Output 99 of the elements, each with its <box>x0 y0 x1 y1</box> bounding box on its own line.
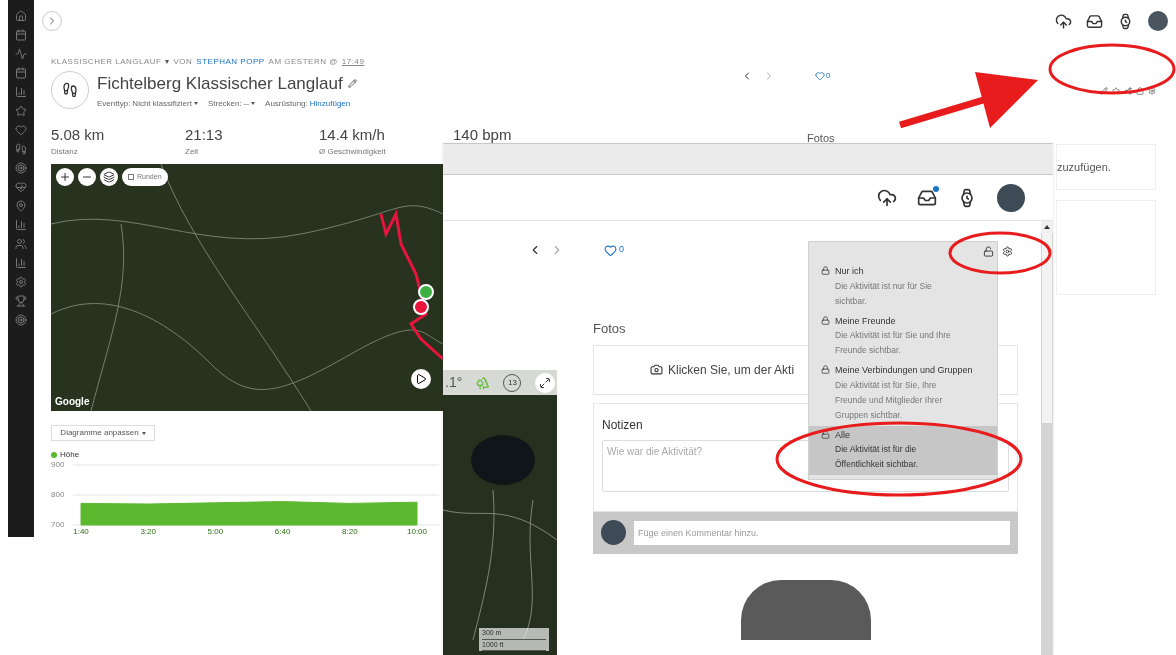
unlock-icon[interactable] <box>1136 86 1144 95</box>
caret-icon <box>141 431 146 435</box>
sidebar-icon[interactable] <box>15 48 27 60</box>
stat-value: 21:13 <box>185 124 224 145</box>
photo-upload-text: Klicken Sie, um der Akti <box>668 361 795 379</box>
sidebar-icon[interactable] <box>15 238 27 250</box>
temperature-label: .1° <box>445 373 463 392</box>
avatar <box>601 520 626 545</box>
time-label: 17:49 <box>341 56 365 68</box>
sidebar-icon[interactable] <box>15 200 27 212</box>
sidebar-icon[interactable] <box>15 257 27 269</box>
sidebar-icon[interactable] <box>15 295 27 307</box>
sidebar-icon[interactable] <box>15 314 27 326</box>
activity-type-dropdown[interactable]: KLASSISCHER LANGLAUF <box>51 56 162 68</box>
option-title: Meine Freunde <box>835 314 897 328</box>
inbox-icon[interactable] <box>1086 12 1103 30</box>
sidebar-icon[interactable] <box>15 67 27 79</box>
settings-icon[interactable] <box>1148 86 1156 95</box>
stat-value: 14.4 km/h <box>319 124 386 145</box>
map-logo: Google <box>55 395 90 409</box>
scrollbar[interactable] <box>1041 221 1053 655</box>
upload-icon[interactable] <box>877 187 897 208</box>
sidebar-icon[interactable] <box>15 105 27 117</box>
play-button[interactable] <box>411 369 431 389</box>
stat-value: 140 bpm <box>453 124 513 145</box>
legend-label: Höhe <box>60 449 80 461</box>
zoom-in-button[interactable] <box>56 168 74 186</box>
end-marker-icon <box>413 299 429 315</box>
chart-settings-dropdown[interactable]: Diagramme anpassen <box>51 425 155 441</box>
caret-icon <box>165 60 170 64</box>
upload-icon[interactable] <box>1055 12 1072 30</box>
stat-label: Zeit <box>185 146 200 158</box>
like-icon[interactable] <box>815 71 825 81</box>
fullscreen-button[interactable] <box>534 372 555 393</box>
settings-icon[interactable] <box>1002 246 1013 257</box>
author-link[interactable]: STEPHAN POPP <box>196 56 265 68</box>
photos-heading: Fotos <box>593 320 626 338</box>
visibility-option[interactable]: Alle Die Aktivität ist für die Öffentlichkeit sichtbar. <box>809 425 997 475</box>
sidebar-icon[interactable] <box>15 143 27 155</box>
caret-icon <box>193 102 198 105</box>
unlock-icon[interactable] <box>983 246 994 257</box>
date-label: AM GESTERN @ <box>268 56 338 68</box>
visibility-option[interactable]: Nur ich Die Aktivität ist nur für Sie sichtbar. <box>809 262 997 312</box>
avatar[interactable] <box>997 183 1025 212</box>
by-label: VON <box>173 56 193 68</box>
notes-heading: Notizen <box>602 417 643 432</box>
like-icon[interactable] <box>604 243 617 257</box>
meta-label: Ausrüstung: <box>265 97 308 110</box>
y-tick-label: 800 <box>51 490 65 499</box>
meta-label: Eventtyp: <box>97 97 131 110</box>
avatar[interactable] <box>1148 11 1168 31</box>
stat-label: Ø Geschwindigkeit <box>319 146 387 158</box>
laps-checkbox[interactable] <box>128 174 134 180</box>
scrollbar-thumb[interactable] <box>1042 233 1052 423</box>
activity-title: Fichtelberg Klassischer Langlauf <box>97 73 343 95</box>
option-description: Die Aktivität ist nur für Sie sichtbar. <box>835 279 933 308</box>
meta-label: Strecken: <box>207 97 242 110</box>
photo-upload-panel[interactable]: zuzufügen. <box>1056 144 1156 190</box>
start-marker-icon <box>418 284 434 300</box>
meta-dropdown[interactable]: -- <box>243 97 250 110</box>
x-tick-label: 3:20 <box>140 527 156 536</box>
sidebar-icon[interactable] <box>15 29 27 41</box>
comment-field[interactable]: Füge einen Kommentar hinzu. <box>634 520 1010 545</box>
x-tick-label: 5:00 <box>207 527 224 536</box>
star-icon[interactable] <box>1112 86 1120 95</box>
y-tick-label: 700 <box>51 520 65 529</box>
stat-label: Distanz <box>51 146 79 158</box>
scroll-up-icon[interactable] <box>1044 225 1050 229</box>
stat-value: 5.08 km <box>51 124 106 145</box>
option-description: Die Aktivität ist für die Öffentlichkeit sichtbar. <box>835 443 919 471</box>
camera-icon <box>650 363 663 376</box>
sidebar-icon[interactable] <box>15 181 27 193</box>
sidebar-icon[interactable] <box>15 162 27 174</box>
zoom-out-button[interactable] <box>78 168 96 186</box>
x-tick-label: 1:40 <box>73 527 89 536</box>
sidebar-icon[interactable] <box>15 124 27 136</box>
option-title: Alle <box>835 428 851 442</box>
photo-upload-text: zuzufügen. <box>1057 159 1111 175</box>
x-tick-label: 10:00 <box>407 527 427 536</box>
like-count: 0 <box>826 70 831 82</box>
like-count: 0 <box>619 243 624 257</box>
option-title: Meine Verbindungen und Gruppen <box>835 364 973 377</box>
sidebar-icon[interactable] <box>15 219 27 231</box>
layers-button[interactable] <box>100 168 118 186</box>
edit-icon[interactable] <box>1100 86 1108 95</box>
sidebar-icon[interactable] <box>15 86 27 98</box>
tree-icon <box>475 375 490 390</box>
x-tick-label: 8:20 <box>342 527 358 536</box>
share-icon[interactable] <box>1124 86 1132 95</box>
option-title: Nur ich <box>835 265 865 278</box>
meta-link[interactable]: Hinzufügen <box>309 97 351 110</box>
sidebar-icon[interactable] <box>15 10 27 22</box>
y-tick-label: 900 <box>51 460 65 469</box>
sidebar-icon[interactable] <box>15 276 27 288</box>
caret-icon <box>251 102 256 105</box>
edit-icon[interactable] <box>347 79 357 89</box>
meta-dropdown[interactable]: Nicht klassifiziert <box>132 97 192 110</box>
x-tick-label: 6:40 <box>274 527 291 536</box>
photos-heading: Fotos <box>807 130 835 146</box>
